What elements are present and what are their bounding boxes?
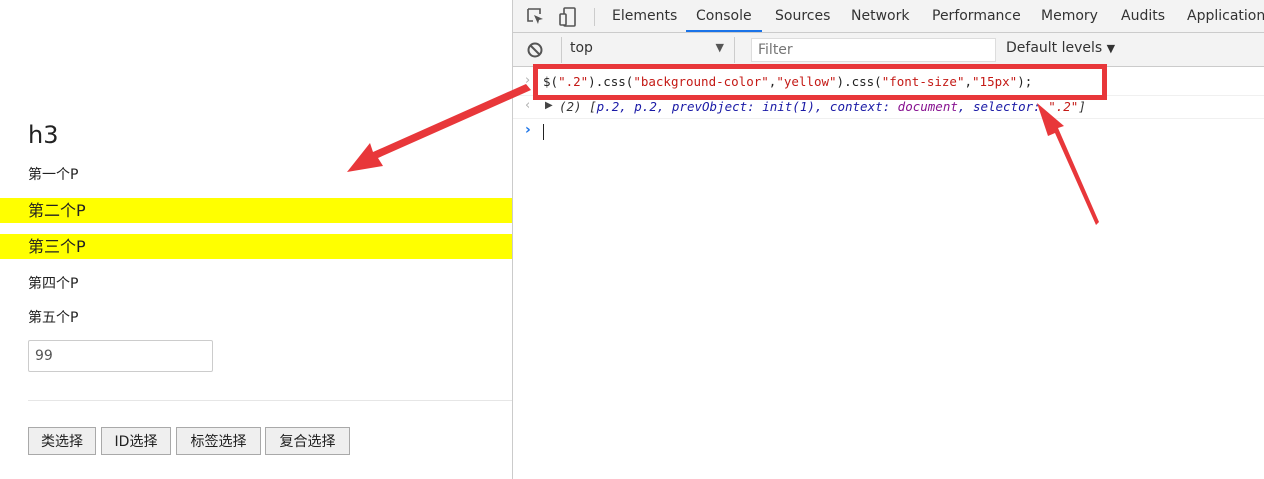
id-select-button[interactable]: ID选择 xyxy=(101,427,171,455)
console-output-line[interactable]: (2) [p.2, p.2, prevObject: init(1), cont… xyxy=(559,99,1086,114)
tab-elements[interactable]: Elements xyxy=(612,0,677,32)
toolbar-separator xyxy=(594,8,595,26)
paragraph-3-highlighted: 第三个P xyxy=(0,234,512,259)
page-heading: h3 xyxy=(28,121,59,149)
tab-network[interactable]: Network xyxy=(851,0,909,32)
context-selector[interactable]: top ▼ xyxy=(561,37,735,63)
console-caret[interactable] xyxy=(543,124,544,140)
log-levels-label: Default levels xyxy=(1006,40,1103,56)
tab-application[interactable]: Application xyxy=(1187,0,1264,32)
device-toolbar-icon[interactable] xyxy=(557,6,579,28)
console-toolbar: top ▼ Default levels ▼ xyxy=(513,33,1264,67)
dropdown-arrow-icon: ▼ xyxy=(1106,42,1116,55)
devtools-tabbar: Elements Console Sources Network Perform… xyxy=(513,0,1264,33)
tab-sources[interactable]: Sources xyxy=(775,0,830,32)
paragraph-5: 第五个P xyxy=(28,310,79,326)
log-levels-dropdown[interactable]: Default levels ▼ xyxy=(1006,40,1115,56)
clear-console-icon[interactable] xyxy=(526,41,544,63)
tab-performance[interactable]: Performance xyxy=(932,0,1021,32)
text-input[interactable] xyxy=(28,340,213,372)
expand-triangle-icon[interactable]: ▶ xyxy=(545,100,553,111)
prompt-chevron-icon: › xyxy=(525,122,531,138)
context-label: top xyxy=(570,40,593,56)
inspect-element-icon[interactable] xyxy=(525,6,547,28)
tab-memory[interactable]: Memory xyxy=(1041,0,1098,32)
line-separator xyxy=(513,118,1264,119)
paragraph-1: 第一个P xyxy=(28,167,79,183)
paragraph-4: 第四个P xyxy=(28,276,79,292)
web-page: h3 第一个P 第二个P 第三个P 第四个P 第五个P 类选择 ID选择 标签选… xyxy=(0,0,512,479)
tab-audits[interactable]: Audits xyxy=(1121,0,1165,32)
tag-select-button[interactable]: 标签选择 xyxy=(176,427,261,455)
output-chevron-icon: ‹ xyxy=(525,98,531,113)
filter-input[interactable] xyxy=(751,38,996,62)
dropdown-arrow-icon: ▼ xyxy=(715,41,724,54)
annotation-highlight-box xyxy=(533,64,1107,100)
paragraph-2-highlighted: 第二个P xyxy=(0,198,512,223)
compound-select-button[interactable]: 复合选择 xyxy=(265,427,350,455)
input-chevron-icon: › xyxy=(525,73,531,88)
tab-console[interactable]: Console xyxy=(686,0,762,32)
class-select-button[interactable]: 类选择 xyxy=(28,427,96,455)
divider xyxy=(28,400,512,401)
